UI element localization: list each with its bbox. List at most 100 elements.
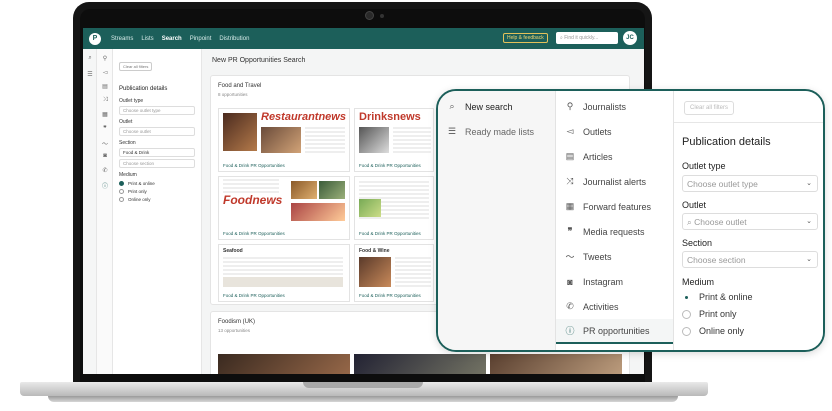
category-forward-features[interactable]: ▦ Forward features [556, 194, 673, 219]
radio-icon [682, 309, 691, 319]
left-rail: ⌕ ☰ [83, 49, 97, 374]
quick-find-input[interactable]: ⌕ Find it quickly... [556, 32, 618, 44]
category-tweets[interactable]: 〜 Tweets [556, 244, 673, 269]
opportunity-thumbnail[interactable] [490, 354, 622, 374]
medium-option-print-only[interactable]: Print only [682, 309, 737, 319]
category-media-requests[interactable]: ❞ Media requests [556, 219, 673, 244]
quote-icon: ❞ [567, 226, 573, 236]
category-pr-opportunities[interactable]: ⓘ PR opportunities [556, 319, 673, 344]
nav-distribution[interactable]: Distribution [219, 36, 249, 42]
bird-icon[interactable]: 〜 [97, 139, 113, 148]
app-logo[interactable]: P [89, 32, 101, 45]
category-label: Instagram [583, 276, 624, 287]
document-icon[interactable]: ▤ [97, 83, 113, 90]
megaphone-icon[interactable]: ◅ [97, 69, 113, 76]
thumbnail-label: Food & Drink PR Opportunities [359, 163, 421, 168]
list-icon: ☰ [447, 126, 457, 136]
outlet-label: Outlet [682, 200, 707, 210]
radio-label: Online only [128, 197, 151, 202]
nav-streams[interactable]: Streams [111, 36, 133, 42]
outlet-select[interactable]: ⌕ Choose outlet ⌄ [682, 213, 818, 230]
phone-icon: ✆ [566, 301, 574, 311]
opportunity-thumbnail[interactable] [354, 354, 486, 374]
avatar[interactable]: JC [623, 31, 637, 45]
medium-option-print-online[interactable]: Print & online [682, 292, 753, 302]
quote-icon[interactable]: ❞ [97, 125, 113, 132]
instagram-icon: ◙ [567, 276, 573, 287]
category-label: Activities [583, 301, 619, 312]
category-outlets[interactable]: ◅ Outlets [556, 119, 673, 144]
medium-option-print-only[interactable]: Print only [119, 189, 195, 194]
person-icon[interactable]: ⚲ [97, 55, 113, 62]
medium-option-online-only[interactable]: Online only [119, 197, 195, 202]
zoom-callout: ⌕ New search ☰ Ready made lists ⚲ Journalis… [436, 89, 825, 352]
section-label: Section [682, 238, 713, 248]
opportunity-thumbnail[interactable] [218, 354, 350, 374]
calendar-icon[interactable]: ▦ [97, 111, 113, 118]
opportunity-thumbnail[interactable]: Food & Drink PR Opportunities [354, 176, 434, 240]
feedback-button[interactable]: Help & feedback [503, 33, 548, 43]
opportunity-thumbnail[interactable]: Seafood Food & Drink PR Opportunities [218, 244, 350, 302]
section-placeholder: Choose section [687, 255, 746, 265]
outlet-type-select[interactable]: Choose outlet type [119, 106, 195, 115]
category-activities[interactable]: ✆ Activities [556, 294, 673, 319]
opportunity-thumbnail[interactable]: Foodnews Food & Drink PR Opportunities [218, 176, 350, 240]
section-chip[interactable]: Food & Drink [119, 148, 195, 157]
category-label: Articles [583, 151, 613, 162]
opportunity-thumbnail[interactable]: Food & Wine Food & Drink PR Opportunitie… [354, 244, 434, 302]
category-label: Journalists [583, 101, 627, 112]
category-label: PR opportunities [583, 325, 650, 336]
info-circle-icon: ⓘ [565, 326, 575, 336]
category-label: Forward features [583, 201, 652, 212]
new-search-label: New search [465, 101, 513, 112]
category-column: ⚲ Journalists ◅ Outlets ▤ Articles ⤨ Journal… [556, 91, 674, 350]
outlet-type-label: Outlet type [682, 161, 726, 171]
instagram-icon[interactable]: ◙ [97, 153, 113, 159]
nav-pinpoint[interactable]: Pinpoint [190, 36, 212, 42]
outlet-label: Outlet [119, 119, 133, 125]
radio-selected-icon [119, 181, 124, 186]
nav-lists[interactable]: Lists [141, 36, 153, 42]
chevron-down-icon: ⌄ [806, 180, 812, 187]
section-select[interactable]: Choose section [119, 159, 195, 168]
search-icon[interactable]: ⌕ [83, 55, 98, 62]
webcam [365, 11, 374, 20]
phone-icon[interactable]: ✆ [97, 167, 113, 174]
section-select[interactable]: Choose section ⌄ [682, 251, 818, 268]
medium-option-online-only[interactable]: Online only [682, 326, 744, 336]
newspaper-image: Restaurantnews [219, 109, 349, 157]
newspaper-image: Seafood [219, 245, 349, 293]
new-search-item[interactable]: ⌕ New search [438, 94, 555, 119]
list-icon[interactable]: ☰ [83, 71, 98, 78]
opportunity-thumbnail[interactable]: Drinksnews Food & Drink PR Opportunities [354, 108, 434, 172]
zoom-filter-panel: Clear all filters Publication details Ou… [674, 91, 823, 350]
thumbnail-label: Food & Drink PR Opportunities [223, 293, 285, 298]
medium-option-print-online[interactable]: Print & online [119, 181, 195, 186]
ready-made-lists-item[interactable]: ☰ Ready made lists [438, 119, 555, 144]
ready-made-lists-label: Ready made lists [465, 126, 535, 137]
radio-label: Online only [699, 326, 745, 336]
info-circle-icon[interactable]: ⓘ [97, 181, 113, 190]
divider [674, 122, 823, 123]
clear-filters-button[interactable]: Clear all filters [684, 101, 735, 115]
shuffle-icon[interactable]: ⤨ [97, 97, 113, 104]
category-articles[interactable]: ▤ Articles [556, 144, 673, 169]
shuffle-icon: ⤨ [566, 176, 574, 186]
clear-filters-button[interactable]: Clear all filters [119, 62, 153, 71]
category-journalists[interactable]: ⚲ Journalists [556, 94, 673, 119]
category-journalist-alerts[interactable]: ⤨ Journalist alerts [556, 169, 673, 194]
category-instagram[interactable]: ◙ Instagram [556, 269, 673, 294]
outlet-type-select[interactable]: Choose outlet type ⌄ [682, 175, 818, 192]
person-icon: ⚲ [566, 101, 574, 111]
page-title: New PR Opportunities Search [212, 57, 306, 64]
chevron-down-icon: ⌄ [806, 218, 812, 225]
medium-label: Medium [682, 277, 715, 287]
nav-search[interactable]: Search [162, 36, 182, 42]
medium-label: Medium [119, 172, 137, 178]
thumbnail-label: Food & Drink PR Opportunities [223, 231, 285, 236]
group-count: 8 opportunities [218, 92, 248, 97]
headline-text: Restaurantnews [261, 111, 346, 123]
headline-text: Foodnews [223, 193, 283, 207]
outlet-select[interactable]: Choose outlet [119, 127, 195, 136]
opportunity-thumbnail[interactable]: Restaurantnews Food & Drink PR Opportuni… [218, 108, 350, 172]
